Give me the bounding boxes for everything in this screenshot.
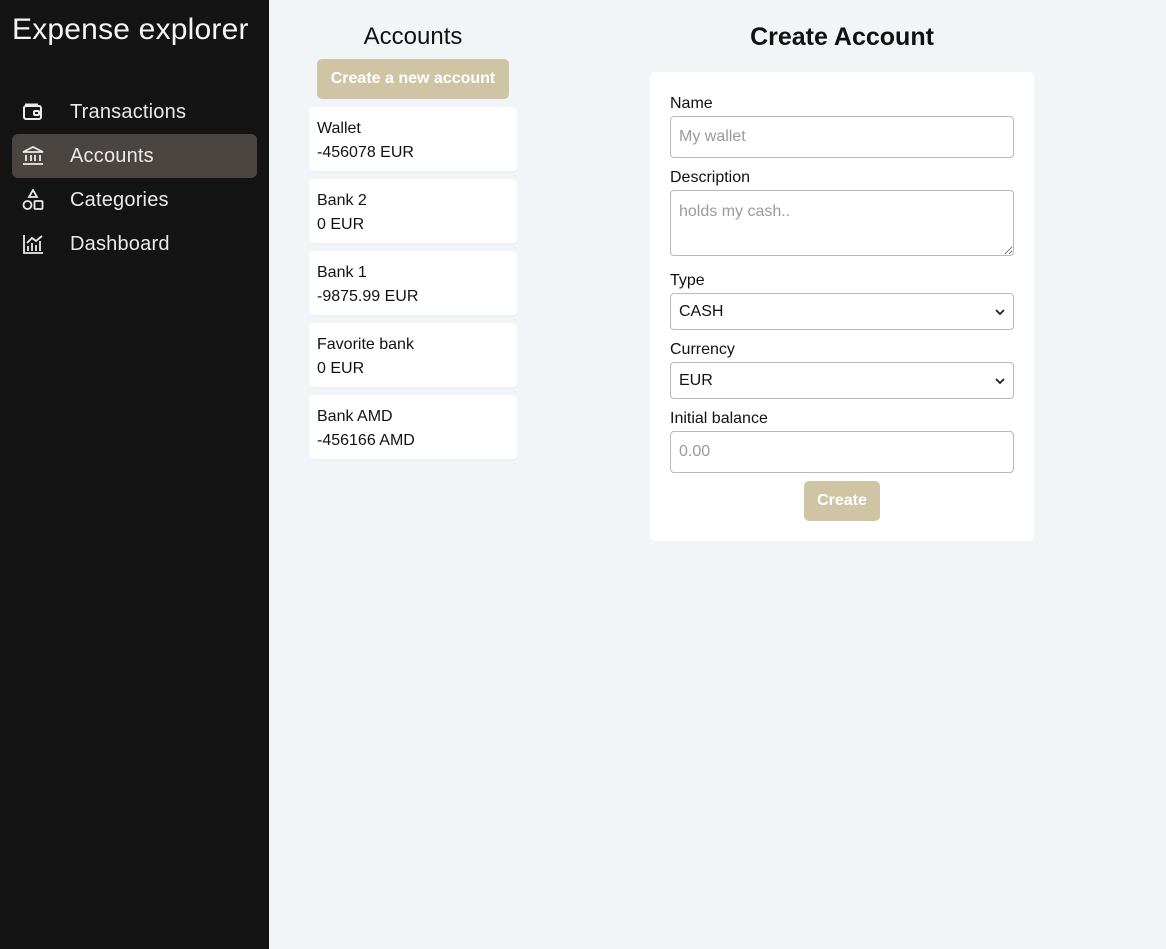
currency-select-value: EUR	[679, 371, 713, 389]
sidebar-item-label: Categories	[70, 188, 169, 211]
sidebar-item-label: Accounts	[70, 144, 154, 167]
account-balance: -456078 EUR	[317, 144, 414, 161]
type-label: Type	[670, 272, 705, 289]
account-name: Wallet	[317, 120, 361, 137]
account-balance: 0 EUR	[317, 360, 365, 377]
name-label: Name	[670, 95, 713, 112]
sidebar-item-accounts[interactable]: Accounts	[12, 134, 257, 178]
account-name: Bank AMD	[317, 408, 393, 425]
main-content: Accounts Create a new account Wallet -45…	[269, 0, 1166, 949]
account-card-wallet[interactable]: Wallet -456078 EUR	[309, 107, 517, 171]
sidebar-item-dashboard[interactable]: Dashboard	[12, 222, 257, 266]
account-card-bank-amd[interactable]: Bank AMD -456166 AMD	[309, 395, 517, 459]
type-select[interactable]: CASH	[670, 293, 1014, 330]
account-name: Bank 2	[317, 192, 367, 209]
form-title: Create Account	[750, 23, 934, 51]
sidebar-nav: Transactions Accounts Categories Dashboa…	[12, 90, 257, 266]
sidebar-item-label: Dashboard	[70, 232, 170, 255]
chart-icon	[22, 233, 44, 255]
create-account-form: Name Description Type CASH Currency EUR	[650, 72, 1034, 541]
app-root: Expense explorer Transactions Accounts C…	[0, 0, 1166, 949]
description-label: Description	[670, 169, 751, 186]
create-button[interactable]: Create	[804, 481, 880, 521]
wallet-icon	[22, 101, 44, 123]
sidebar: Expense explorer Transactions Accounts C…	[0, 0, 269, 949]
chevron-down-icon	[995, 305, 1005, 319]
sidebar-item-transactions[interactable]: Transactions	[12, 90, 257, 134]
type-select-value: CASH	[679, 302, 724, 320]
shapes-icon	[22, 189, 44, 211]
initial-balance-label: Initial balance	[670, 410, 768, 427]
account-balance: -9875.99 EUR	[317, 288, 419, 305]
account-card-bank-2[interactable]: Bank 2 0 EUR	[309, 179, 517, 243]
initial-balance-input[interactable]	[670, 431, 1014, 473]
account-name: Favorite bank	[317, 336, 414, 353]
name-input[interactable]	[670, 116, 1014, 158]
create-button-wrap: Create	[670, 481, 1014, 521]
app-title: Expense explorer	[12, 13, 249, 46]
sidebar-item-label: Transactions	[70, 100, 187, 123]
currency-select[interactable]: EUR	[670, 362, 1014, 399]
sidebar-item-categories[interactable]: Categories	[12, 178, 257, 222]
account-card-bank-1[interactable]: Bank 1 -9875.99 EUR	[309, 251, 517, 315]
create-account-panel: Create Account Name Description Type CAS…	[650, 22, 1034, 541]
bank-icon	[22, 145, 44, 167]
chevron-down-icon	[995, 374, 1005, 388]
create-new-account-button[interactable]: Create a new account	[317, 59, 509, 99]
account-balance: -456166 AMD	[317, 432, 415, 449]
currency-label: Currency	[670, 341, 735, 358]
accounts-panel: Accounts Create a new account Wallet -45…	[309, 22, 517, 467]
description-textarea[interactable]	[670, 190, 1014, 256]
account-name: Bank 1	[317, 264, 367, 281]
accounts-title: Accounts	[363, 23, 463, 50]
account-balance: 0 EUR	[317, 216, 365, 233]
account-card-favorite-bank[interactable]: Favorite bank 0 EUR	[309, 323, 517, 387]
